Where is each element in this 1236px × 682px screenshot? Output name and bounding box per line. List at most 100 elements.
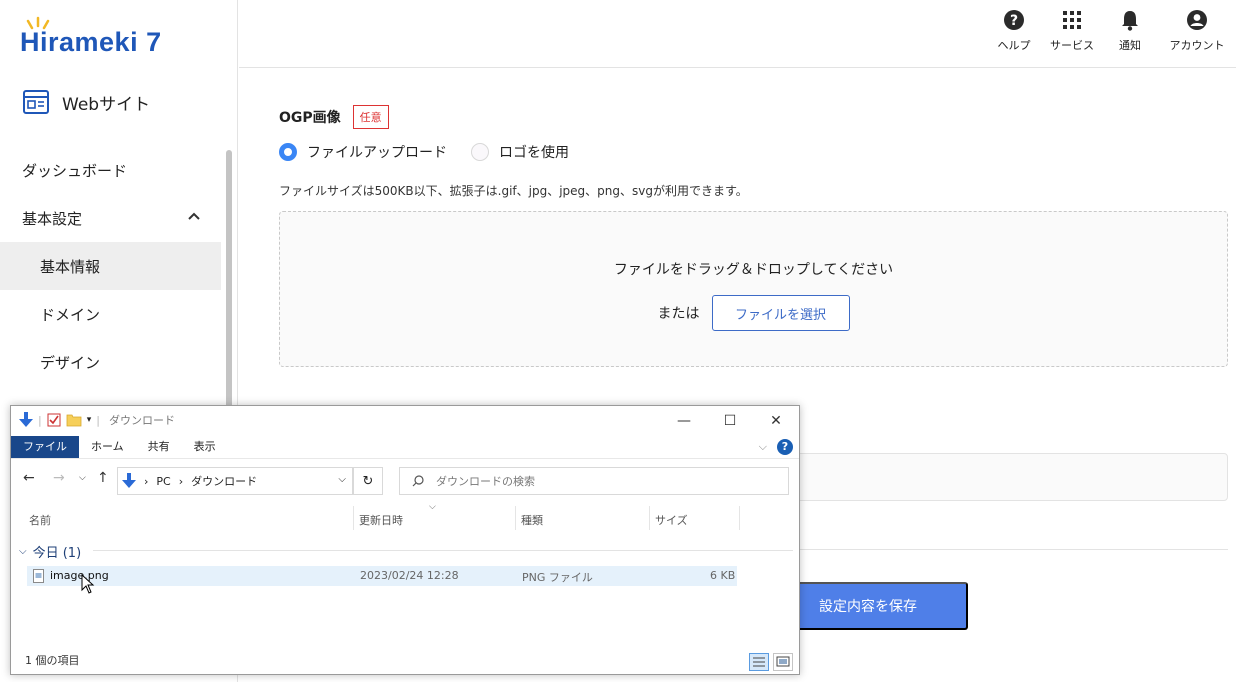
sidebar-item-label: 基本設定 — [22, 209, 83, 228]
quick-access-toolbar: | ▾ | ダウンロード — [19, 412, 175, 428]
mouse-cursor-icon — [81, 574, 95, 594]
maximize-button[interactable]: ☐ — [707, 406, 753, 436]
radio-use-logo-label: ロゴを使用 — [499, 145, 569, 161]
refresh-button[interactable]: ↻ — [353, 467, 383, 495]
help-button[interactable]: ? ヘルプ — [992, 8, 1036, 53]
explorer-titlebar[interactable]: | ▾ | ダウンロード — ☐ ✕ — [11, 406, 799, 436]
column-separator[interactable] — [515, 506, 516, 530]
png-file-icon — [33, 569, 44, 583]
ogp-heading: OGP画像 任意 — [279, 105, 389, 129]
sidebar-item-label: ドメイン — [40, 305, 101, 324]
file-explorer-window: | ▾ | ダウンロード — ☐ ✕ ファイル ホーム 共有 表示 ⌵ ? ← … — [10, 405, 800, 675]
account-icon — [1187, 10, 1207, 30]
radio-file-upload-label: ファイルアップロード — [307, 145, 447, 161]
download-arrow-icon — [19, 412, 33, 427]
large-icons-view-icon — [776, 656, 790, 667]
sidebar-item-label: デザイン — [40, 353, 101, 372]
sidebar-item-basic-settings[interactable]: 基本設定 — [0, 194, 221, 242]
group-divider — [93, 550, 793, 551]
sidebar-scrollbar[interactable] — [226, 150, 232, 420]
search-placeholder: ダウンロードの検索 — [436, 475, 535, 488]
refresh-icon: ↻ — [362, 473, 374, 489]
back-arrow-icon[interactable]: ← — [23, 470, 35, 486]
file-type: PNG ファイル — [522, 571, 593, 584]
tab-home[interactable]: ホーム — [79, 436, 136, 458]
radio-use-logo[interactable]: ロゴを使用 — [471, 142, 569, 162]
site-selector[interactable]: Webサイト — [22, 88, 150, 116]
explorer-navbar: ← → ⌵ ↑ › PC › ダウンロード ⌵ ↻ ダウンロードの検索 — [11, 458, 799, 498]
file-date: 2023/02/24 12:28 — [360, 569, 459, 582]
sort-indicator-icon: ⌵ — [429, 502, 436, 512]
tab-view[interactable]: 表示 — [182, 436, 228, 458]
ogp-source-radios: ファイルアップロード ロゴを使用 — [279, 142, 569, 162]
status-item-count: 1 個の項目 — [25, 654, 80, 667]
sidebar-nav: ダッシュボード 基本設定 基本情報 ドメイン デザイン — [0, 146, 221, 386]
help-icon[interactable]: ? — [777, 439, 793, 455]
radio-selected-icon — [279, 143, 297, 161]
column-size[interactable]: サイズ — [655, 512, 688, 528]
notifications-label: 通知 — [1119, 39, 1141, 52]
recent-locations-icon[interactable]: ⌵ — [79, 473, 86, 483]
dropzone-choose-row: または ファイルを選択 — [280, 295, 1227, 331]
sidebar-item-design[interactable]: デザイン — [0, 338, 221, 386]
sidebar-item-dashboard[interactable]: ダッシュボード — [0, 146, 221, 194]
radio-file-upload[interactable]: ファイルアップロード — [279, 142, 447, 162]
breadcrumb-folder[interactable]: ダウンロード — [191, 473, 257, 489]
top-header: ? ヘルプ サービス 通知 アカウント — [239, 0, 1236, 68]
large-icons-view-button[interactable] — [773, 653, 793, 671]
grid-icon — [1063, 11, 1081, 29]
dropzone-text: ファイルをドラッグ＆ドロップしてください — [613, 262, 894, 278]
breadcrumb-separator-icon: › — [144, 474, 149, 488]
properties-icon[interactable] — [47, 413, 61, 427]
bell-icon — [1122, 11, 1138, 31]
customize-toolbar-icon[interactable]: ▾ — [87, 415, 92, 425]
address-bar[interactable]: › PC › ダウンロード ⌵ — [117, 467, 353, 495]
close-button[interactable]: ✕ — [753, 406, 799, 436]
tab-share[interactable]: 共有 — [136, 436, 182, 458]
sidebar-item-domain[interactable]: ドメイン — [0, 290, 221, 338]
or-text: または — [657, 306, 700, 322]
file-hint: ファイルサイズは500KB以下、拡張子は.gif、jpg、jpeg、png、sv… — [279, 184, 748, 198]
group-header-today[interactable]: ⌵ 今日 (1) — [19, 542, 81, 561]
column-type[interactable]: 種類 — [521, 512, 543, 528]
app-logo[interactable]: Hirameki 7 — [20, 16, 162, 58]
services-button[interactable]: サービス — [1050, 8, 1094, 53]
view-toggle — [749, 653, 793, 671]
account-label: アカウント — [1169, 39, 1225, 52]
forward-arrow-icon[interactable]: → — [53, 470, 65, 486]
details-view-icon — [753, 657, 765, 667]
download-folder-icon — [122, 473, 136, 488]
column-separator[interactable] — [353, 506, 354, 530]
up-arrow-icon[interactable]: ↑ — [97, 470, 109, 486]
column-name[interactable]: 名前 — [29, 512, 51, 528]
sidebar-item-basic-info[interactable]: 基本情報 — [0, 242, 221, 290]
search-box[interactable]: ダウンロードの検索 — [399, 467, 789, 495]
file-size: 6 KB — [710, 569, 736, 582]
file-row[interactable]: image.png 2023/02/24 12:28 PNG ファイル 6 KB — [27, 566, 737, 586]
column-separator[interactable] — [649, 506, 650, 530]
tab-file[interactable]: ファイル — [11, 436, 79, 458]
choose-file-button[interactable]: ファイルを選択 — [711, 295, 850, 331]
site-label: Webサイト — [62, 94, 151, 115]
window-title: ダウンロード — [108, 414, 175, 427]
account-button[interactable]: アカウント — [1166, 8, 1228, 53]
breadcrumb-separator-icon: › — [178, 474, 184, 488]
group-collapse-icon: ⌵ — [19, 546, 27, 557]
chevron-up-icon — [188, 212, 200, 220]
breadcrumb-pc[interactable]: PC — [156, 475, 170, 488]
logo-text: Hirameki 7 — [20, 27, 162, 57]
help-label: ヘルプ — [997, 39, 1031, 52]
column-separator[interactable] — [739, 506, 740, 530]
new-folder-icon[interactable] — [66, 413, 82, 427]
services-label: サービス — [1050, 39, 1094, 52]
expand-ribbon-icon[interactable]: ⌵ — [759, 440, 767, 454]
details-view-button[interactable] — [749, 653, 769, 671]
column-headers: ⌵ 名前 更新日時 種類 サイズ — [11, 498, 799, 536]
notifications-button[interactable]: 通知 — [1108, 8, 1152, 53]
column-date[interactable]: 更新日時 — [359, 512, 403, 528]
address-dropdown-icon[interactable]: ⌵ — [338, 474, 346, 485]
window-controls: — ☐ ✕ — [661, 406, 799, 436]
header-actions: ? ヘルプ サービス 通知 アカウント — [992, 8, 1228, 53]
file-dropzone[interactable]: ファイルをドラッグ＆ドロップしてください または ファイルを選択 — [279, 211, 1228, 367]
minimize-button[interactable]: — — [661, 406, 707, 436]
